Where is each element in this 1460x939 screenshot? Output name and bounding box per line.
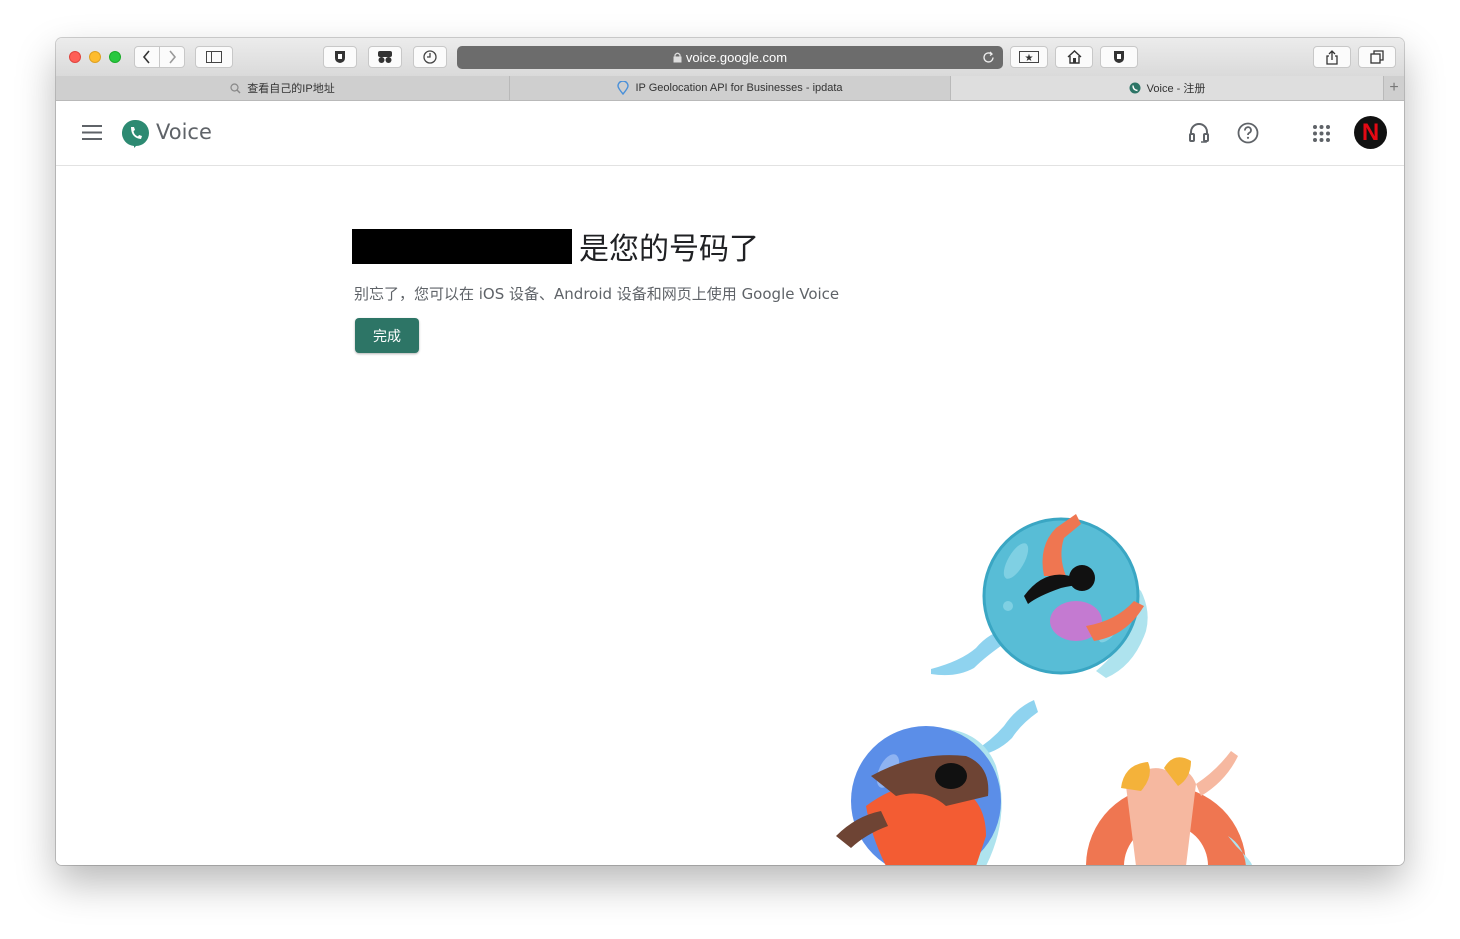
voice-favicon-icon xyxy=(1129,82,1141,94)
tab-label: IP Geolocation API for Businesses - ipda… xyxy=(635,82,843,94)
shield-extension-icon xyxy=(335,51,345,63)
plus-icon: + xyxy=(1389,79,1399,96)
extension-button-3[interactable] xyxy=(1100,46,1138,68)
lock-icon xyxy=(673,52,682,63)
tab-bar: 查看自己的IP地址 IP Geolocation API for Busines… xyxy=(56,76,1404,101)
reload-icon[interactable] xyxy=(982,51,995,64)
extension-button-2[interactable] xyxy=(368,46,402,68)
avatar[interactable]: N xyxy=(1354,116,1387,149)
apps-grid-icon[interactable] xyxy=(1313,125,1330,142)
svg-text:★: ★ xyxy=(1025,53,1034,63)
chevron-right-icon xyxy=(169,50,177,64)
browser-window: voice.google.com ★ 查看自己的IP地址 IP Geolocat… xyxy=(56,38,1404,865)
home-button[interactable] xyxy=(1055,46,1093,68)
tab-ip-lookup[interactable]: 查看自己的IP地址 xyxy=(56,76,510,100)
star-box-icon: ★ xyxy=(1019,51,1039,63)
back-button[interactable] xyxy=(134,46,160,68)
share-icon xyxy=(1326,49,1338,65)
sidebar-toggle-button[interactable] xyxy=(195,46,233,68)
forward-button[interactable] xyxy=(159,46,185,68)
new-tab-button[interactable]: + xyxy=(1384,76,1404,100)
tab-overview-button[interactable] xyxy=(1358,46,1396,68)
page-headline: 是您的号码了 xyxy=(579,232,759,267)
share-button[interactable] xyxy=(1313,46,1351,68)
tab-label: 查看自己的IP地址 xyxy=(247,83,335,95)
done-button[interactable]: 完成 xyxy=(355,318,419,353)
address-bar[interactable]: voice.google.com xyxy=(457,46,1003,69)
minimize-window-button[interactable] xyxy=(89,51,101,63)
clock-icon xyxy=(423,50,437,64)
sidebar-icon xyxy=(206,51,222,63)
magnifier-icon xyxy=(230,82,241,93)
main-content: 是您的号码了 别忘了，您可以在 iOS 设备、Android 设备和网页上使用 … xyxy=(56,166,1404,865)
close-window-button[interactable] xyxy=(69,51,81,63)
extension-button-1[interactable] xyxy=(323,46,357,68)
swimmers-illustration xyxy=(836,514,1252,865)
incognito-extension-icon xyxy=(378,51,392,63)
browser-toolbar: voice.google.com ★ xyxy=(56,38,1404,77)
history-button[interactable] xyxy=(413,46,447,68)
tab-voice[interactable]: Voice - 注册 xyxy=(951,76,1384,100)
ipdata-pin-icon xyxy=(617,81,630,95)
help-icon[interactable] xyxy=(1237,122,1259,144)
page-subtext: 别忘了，您可以在 iOS 设备、Android 设备和网页上使用 Google … xyxy=(354,285,840,303)
tab-ipdata[interactable]: IP Geolocation API for Businesses - ipda… xyxy=(510,76,951,100)
menu-icon[interactable] xyxy=(82,125,102,140)
shield-extension-icon-2 xyxy=(1114,51,1124,63)
zoom-window-button[interactable] xyxy=(109,51,121,63)
chevron-left-icon xyxy=(142,50,150,64)
redacted-phone-number xyxy=(352,229,572,264)
app-title: Voice xyxy=(156,120,212,144)
home-icon xyxy=(1067,50,1081,64)
avatar-letter: N xyxy=(1361,118,1380,146)
bookmark-extension-button[interactable]: ★ xyxy=(1010,46,1048,68)
headset-support-icon[interactable] xyxy=(1188,122,1210,144)
voice-logo-icon xyxy=(122,119,149,148)
url-text: voice.google.com xyxy=(685,50,788,65)
voice-app-bar: Voice N xyxy=(56,101,1404,166)
tab-label: Voice - 注册 xyxy=(1146,83,1206,95)
tabs-icon xyxy=(1370,50,1384,64)
